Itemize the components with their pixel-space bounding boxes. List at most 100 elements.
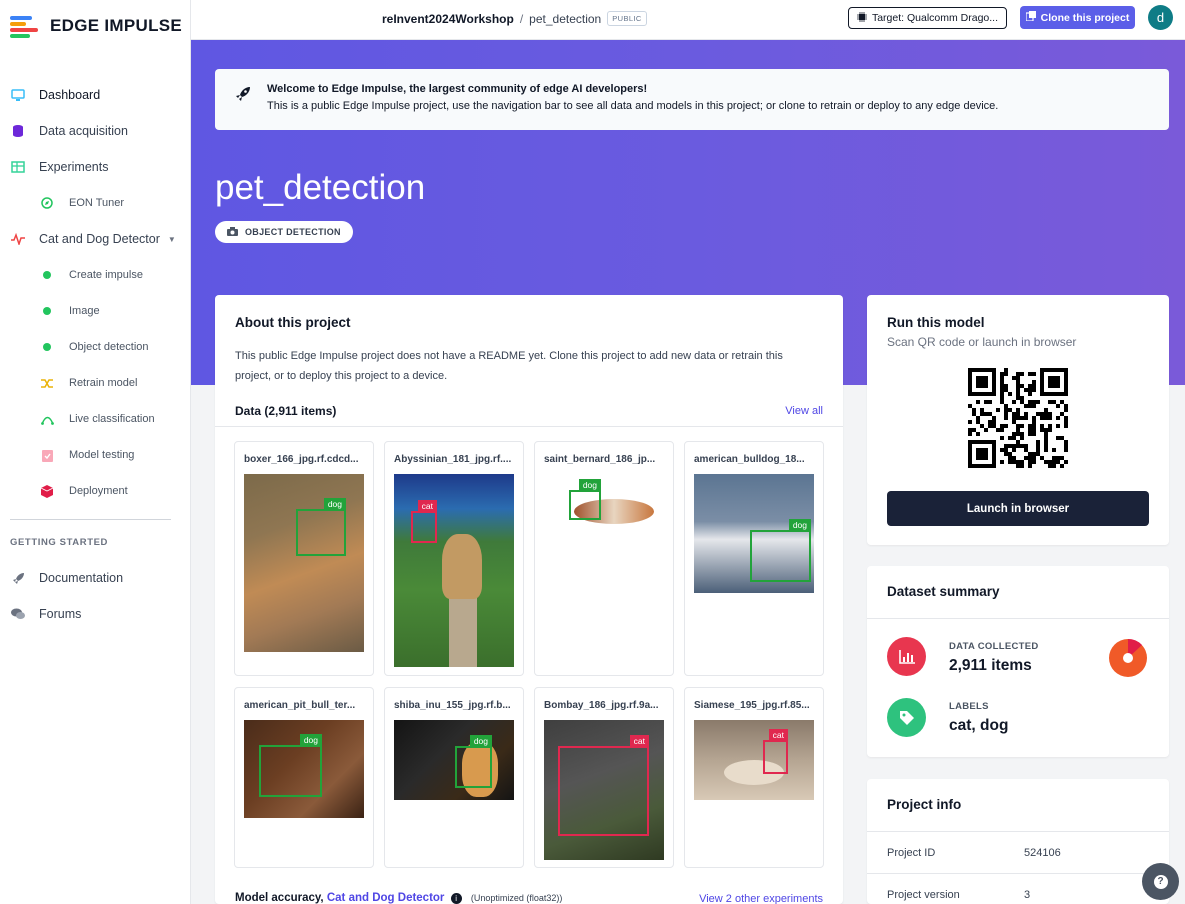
data-item[interactable]: american_bulldog_18... dog xyxy=(684,441,824,676)
page-title: pet_detection xyxy=(215,168,426,207)
sidebar-item-documentation[interactable]: Documentation xyxy=(0,560,190,596)
target-label: Target: Qualcomm Drago... xyxy=(871,12,999,24)
sidebar-item-label: Experiments xyxy=(39,160,109,174)
comments-icon xyxy=(10,606,26,622)
view-all-link[interactable]: View all xyxy=(785,405,823,417)
accuracy-title: Model accuracy, xyxy=(235,892,324,904)
pulse-icon xyxy=(10,231,26,247)
view-other-experiments-link[interactable]: View 2 other experiments xyxy=(699,893,823,904)
sidebar-item-dashboard[interactable]: Dashboard xyxy=(0,77,190,113)
data-item[interactable]: saint_bernard_186_jp... dog xyxy=(534,441,674,676)
sidebar-item-object-detection[interactable]: Object detection xyxy=(0,329,190,365)
data-item[interactable]: american_pit_bull_ter... dog xyxy=(234,687,374,868)
info-key: Project version xyxy=(887,889,960,901)
clone-icon xyxy=(1025,11,1036,24)
signal-icon xyxy=(39,411,55,427)
clone-label: Clone this project xyxy=(1040,11,1130,24)
bounding-box-label: dog xyxy=(323,498,346,510)
sidebar-item-forums[interactable]: Forums xyxy=(0,596,190,632)
avatar[interactable]: d xyxy=(1148,5,1173,30)
sidebar-item-eon-tuner[interactable]: EON Tuner xyxy=(0,185,190,221)
sidebar-item-deployment[interactable]: Deployment xyxy=(0,473,190,509)
info-row: Project ID 524106 xyxy=(867,831,1169,873)
info-icon[interactable]: i xyxy=(450,893,462,904)
green-dot-icon xyxy=(39,267,55,283)
logo-text: EDGE IMPULSE xyxy=(50,16,183,35)
cube-icon xyxy=(39,483,55,499)
data-item-image: cat xyxy=(394,474,514,667)
data-item-image: dog xyxy=(394,720,514,800)
data-item[interactable]: shiba_inu_155_jpg.rf.b... dog xyxy=(384,687,524,868)
sidebar-item-label: Object detection xyxy=(69,341,149,353)
logo[interactable]: EDGE IMPULSE xyxy=(10,14,182,38)
sidebar-item-label: Data acquisition xyxy=(39,124,128,138)
about-card: About this project This public Edge Impu… xyxy=(215,295,843,904)
rocket-icon xyxy=(235,86,251,107)
data-item[interactable]: Bombay_186_jpg.rf.9a... cat xyxy=(534,687,674,868)
sidebar-item-cat-and-dog-detector[interactable]: Cat and Dog Detector ▼ xyxy=(0,221,190,257)
data-item-filename: Bombay_186_jpg.rf.9a... xyxy=(544,700,659,711)
data-item-image: dog xyxy=(244,474,364,652)
compass-icon xyxy=(39,195,55,211)
sidebar-item-retrain-model[interactable]: Retrain model xyxy=(0,365,190,401)
sidebar-item-label: Create impulse xyxy=(69,269,143,281)
info-value: 524106 xyxy=(1024,847,1061,859)
sidebar-item-data-acquisition[interactable]: Data acquisition xyxy=(0,113,190,149)
welcome-body: This is a public Edge Impulse project, u… xyxy=(267,100,999,112)
clipboard-check-icon xyxy=(39,447,55,463)
welcome-banner: Welcome to Edge Impulse, the largest com… xyxy=(215,69,1169,130)
run-title: Run this model xyxy=(887,315,985,330)
dataset-summary-card: Dataset summary DATA COLLECTED 2,911 ite… xyxy=(867,566,1169,757)
labels-value: cat, dog xyxy=(949,717,1009,734)
data-item-filename: boxer_166_jpg.rf.cdcd... xyxy=(244,454,359,465)
sidebar-item-experiments[interactable]: Experiments xyxy=(0,149,190,185)
data-item-image: dog xyxy=(694,474,814,593)
bounding-box-label: dog xyxy=(299,734,322,746)
data-header: Data (2,911 items) View all xyxy=(215,395,843,427)
sidebar-item-label: Live classification xyxy=(69,413,155,425)
breadcrumb-separator: / xyxy=(519,11,524,26)
edge-impulse-logo-icon xyxy=(10,14,40,38)
sidebar-item-image[interactable]: Image xyxy=(0,293,190,329)
bounding-box-label: cat xyxy=(629,735,649,747)
bar-chart-icon xyxy=(887,637,926,676)
sidebar-item-label: Model testing xyxy=(69,449,135,461)
tag-icon xyxy=(887,698,926,737)
question-icon: ? xyxy=(1153,874,1168,889)
target-button[interactable]: Target: Qualcomm Drago... xyxy=(848,7,1007,29)
accuracy-impulse-link[interactable]: Cat and Dog Detector xyxy=(327,892,445,904)
monitor-icon xyxy=(10,87,26,103)
data-count-label: Data (2,911 items) xyxy=(235,404,337,418)
data-item[interactable]: Abyssinian_181_jpg.rf.... cat xyxy=(384,441,524,676)
data-collected-label: DATA COLLECTED xyxy=(949,641,1039,652)
sidebar-nav: Dashboard Data acquisition Experiments E… xyxy=(0,77,190,509)
table-icon xyxy=(10,159,26,175)
chevron-down-icon: ▼ xyxy=(167,234,176,244)
data-item[interactable]: Siamese_195_jpg.rf.85... cat xyxy=(684,687,824,868)
welcome-title: Welcome to Edge Impulse, the largest com… xyxy=(267,83,648,95)
sidebar-item-label: Dashboard xyxy=(39,88,101,102)
sidebar-item-model-testing[interactable]: Model testing xyxy=(0,437,190,473)
sidebar-item-create-impulse[interactable]: Create impulse xyxy=(0,257,190,293)
launch-in-browser-button[interactable]: Launch in browser xyxy=(887,491,1149,526)
project-type-label: OBJECT DETECTION xyxy=(245,227,341,237)
data-item-image: dog xyxy=(544,474,664,554)
section-label-getting-started: GETTING STARTED xyxy=(10,537,109,548)
info-key: Project ID xyxy=(887,847,936,859)
data-item-filename: american_pit_bull_ter... xyxy=(244,700,356,711)
help-button[interactable]: ? xyxy=(1142,863,1179,900)
bounding-box-label: dog xyxy=(788,519,811,531)
data-item[interactable]: boxer_166_jpg.rf.cdcd... dog xyxy=(234,441,374,676)
chip-icon xyxy=(856,11,867,25)
project-info-card: Project info Project ID 524106 Project v… xyxy=(867,779,1169,904)
breadcrumb-project[interactable]: pet_detection xyxy=(529,12,601,26)
bounding-box-label: dog xyxy=(469,735,492,747)
bounding-box: dog xyxy=(259,734,322,797)
sidebar-item-live-classification[interactable]: Live classification xyxy=(0,401,190,437)
sidebar-getting-started: Documentation Forums xyxy=(0,560,190,632)
rocket-icon xyxy=(10,570,26,586)
clone-project-button[interactable]: Clone this project xyxy=(1020,6,1135,29)
bounding-box: dog xyxy=(455,735,492,788)
breadcrumb-owner[interactable]: reInvent2024Workshop xyxy=(382,12,514,26)
run-model-card: Run this model Scan QR code or launch in… xyxy=(867,295,1169,545)
